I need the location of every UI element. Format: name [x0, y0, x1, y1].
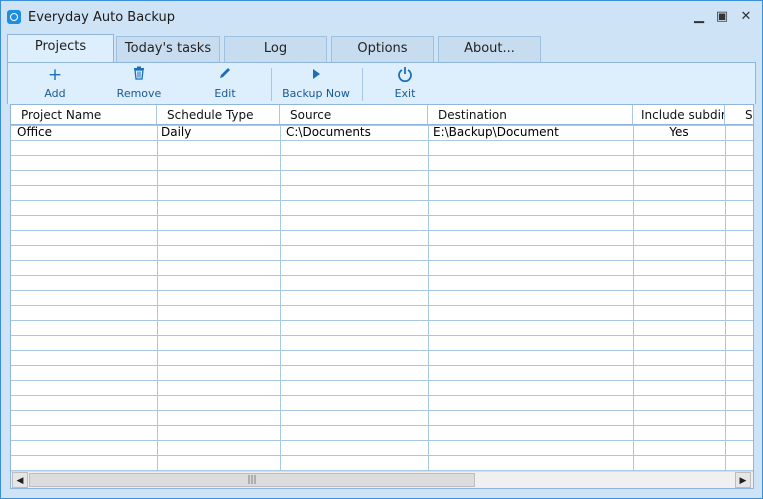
trash-icon: [113, 66, 165, 84]
play-icon: [281, 66, 351, 84]
tab-options[interactable]: Options: [331, 36, 434, 62]
backup-now-button[interactable]: Backup Now: [281, 66, 351, 104]
column-header-include-subdir[interactable]: Include subdir: [633, 105, 725, 124]
exit-button[interactable]: Exit: [380, 66, 430, 104]
exit-label: Exit: [394, 87, 416, 100]
title-bar[interactable]: Everyday Auto Backup ▁ ▣ ✕: [1, 1, 762, 31]
tab-projects[interactable]: Projects: [7, 34, 114, 63]
pencil-icon: [200, 66, 250, 84]
toolbar-separator: [362, 68, 363, 101]
window-title: Everyday Auto Backup: [28, 10, 175, 25]
toolbar: + Add Remove Edit Backup Now Exit: [7, 62, 756, 104]
remove-button[interactable]: Remove: [113, 66, 165, 104]
add-button[interactable]: + Add: [30, 66, 80, 104]
edit-button[interactable]: Edit: [200, 66, 250, 104]
column-header-project-name[interactable]: Project Name: [11, 105, 157, 124]
table-header: Project Name Schedule Type Source Destin…: [11, 105, 753, 125]
cell-schedule-type: Daily: [161, 125, 192, 139]
column-header-truncated[interactable]: S: [725, 105, 753, 124]
tab-about[interactable]: About...: [438, 36, 541, 62]
minimize-button[interactable]: ▁: [689, 7, 709, 27]
horizontal-scrollbar[interactable]: ◀ ||| ▶: [11, 471, 753, 488]
cell-project-name: Office: [17, 125, 53, 139]
grid-lines: [11, 125, 753, 471]
app-clock-icon: [7, 10, 21, 24]
scroll-thumb[interactable]: |||: [29, 473, 475, 487]
plus-icon: +: [47, 65, 63, 85]
cell-source: C:\Documents: [286, 125, 371, 139]
column-header-source[interactable]: Source: [280, 105, 428, 124]
edit-label: Edit: [214, 87, 236, 100]
cell-include-subdir: Yes: [669, 125, 689, 139]
column-header-destination[interactable]: Destination: [428, 105, 633, 124]
remove-label: Remove: [116, 87, 162, 100]
tab-todays-tasks[interactable]: Today's tasks: [116, 36, 220, 62]
close-button[interactable]: ✕: [736, 7, 756, 27]
projects-table[interactable]: Project Name Schedule Type Source Destin…: [10, 104, 754, 489]
tab-log[interactable]: Log: [224, 36, 327, 62]
scroll-right-arrow-icon[interactable]: ▶: [735, 472, 751, 488]
add-label: Add: [44, 87, 66, 100]
power-icon: [380, 66, 430, 84]
scroll-left-arrow-icon[interactable]: ◀: [12, 472, 28, 488]
backup-now-label: Backup Now: [282, 87, 350, 100]
cell-destination: E:\Backup\Document: [433, 125, 559, 139]
app-window: Everyday Auto Backup ▁ ▣ ✕ Projects Toda…: [0, 0, 763, 499]
toolbar-separator: [271, 68, 272, 101]
column-header-schedule-type[interactable]: Schedule Type: [157, 105, 280, 124]
maximize-button[interactable]: ▣: [712, 7, 732, 27]
